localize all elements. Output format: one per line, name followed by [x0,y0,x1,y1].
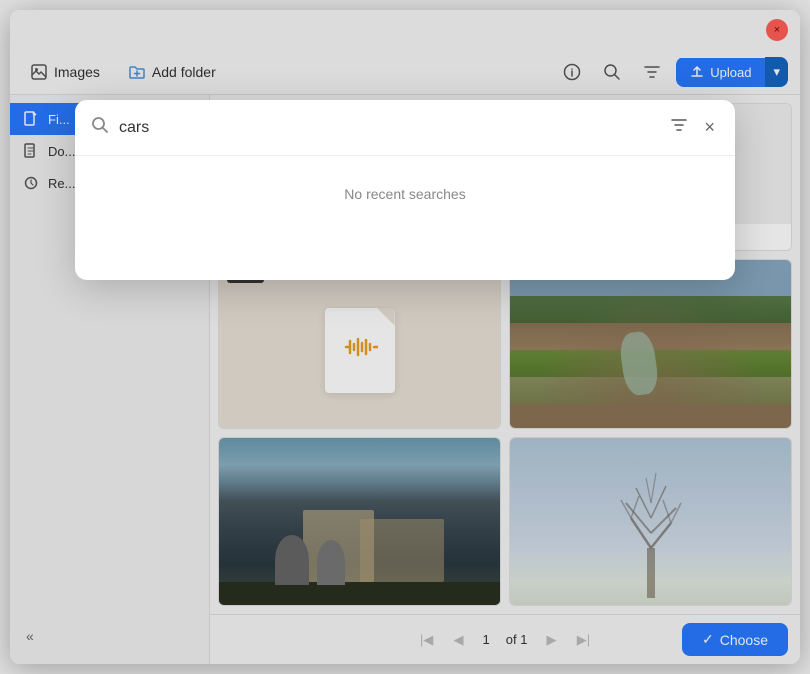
search-close-button[interactable]: × [700,113,719,142]
search-body: No recent searches [75,156,735,232]
main-window: × Images [10,10,800,664]
search-input[interactable] [119,119,656,137]
search-filter-button[interactable] [666,112,692,143]
search-actions: × [666,112,719,143]
search-icon [91,116,109,139]
search-modal: × No recent searches [75,100,735,280]
no-results-text: No recent searches [344,186,465,202]
search-overlay: × No recent searches [10,10,800,664]
search-header: × [75,100,735,156]
search-close-icon: × [704,117,715,137]
